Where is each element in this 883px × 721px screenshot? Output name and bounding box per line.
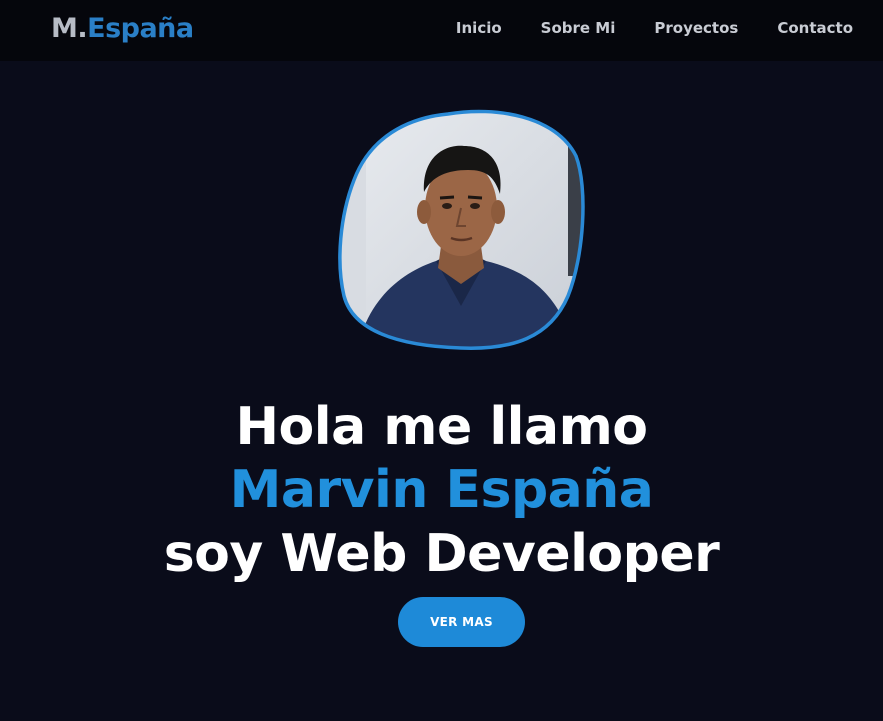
ver-mas-button[interactable]: VER MAS xyxy=(398,597,525,647)
nav-menu: Inicio Sobre Mi Proyectos Contacto xyxy=(456,18,853,38)
hero-section: Hola me llamo Marvin España soy Web Deve… xyxy=(0,61,883,721)
logo-prefix: M. xyxy=(51,13,88,44)
hero-greeting: Hola me llamo xyxy=(235,397,648,457)
hero-name: Marvin España xyxy=(229,460,654,520)
nav-link-sobre-mi[interactable]: Sobre Mi xyxy=(541,18,616,38)
profile-photo xyxy=(336,106,586,356)
nav-link-inicio[interactable]: Inicio xyxy=(456,18,502,38)
nav-link-proyectos[interactable]: Proyectos xyxy=(654,18,738,38)
nav-link-contacto[interactable]: Contacto xyxy=(777,18,853,38)
profile-photo-image xyxy=(338,109,585,350)
site-logo[interactable]: M.España xyxy=(51,11,194,47)
navbar: M.España Inicio Sobre Mi Proyectos Conta… xyxy=(0,0,883,61)
hero-role: soy Web Developer xyxy=(163,524,720,584)
logo-name: España xyxy=(87,13,194,44)
